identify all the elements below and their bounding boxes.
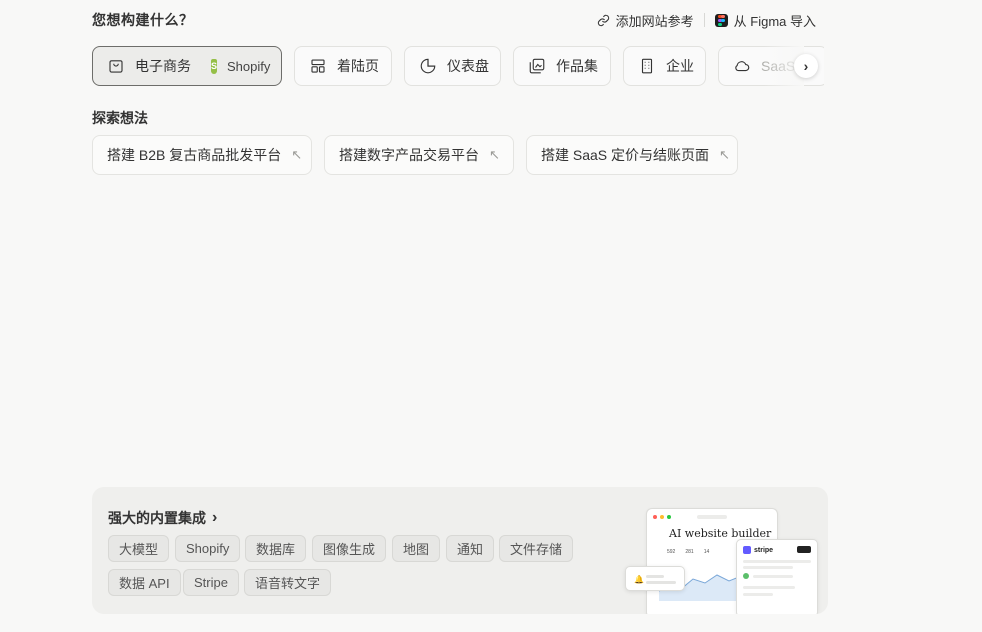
integration-tag[interactable]: 文件存储 <box>499 535 574 562</box>
page-title: 您想构建什么？ <box>92 12 194 28</box>
chevron-right-icon: › <box>212 509 218 526</box>
ideas-title: 探索想法 <box>92 110 148 126</box>
preview-stat: 592 <box>667 549 676 555</box>
preview-stat: 281 <box>685 549 694 555</box>
preview-notification-card: 🔔 <box>625 566 685 591</box>
idea-label: 搭建 SaaS 定价与结账页面 <box>541 147 710 163</box>
shopify-icon: S <box>211 58 218 74</box>
stripe-action <box>797 546 811 553</box>
arrow-up-left-icon: ↖ <box>719 147 730 162</box>
add-website-reference-button[interactable]: 添加网站参考 <box>597 11 694 30</box>
idea-label: 搭建数字产品交易平台 <box>339 147 479 163</box>
link-icon <box>597 14 609 26</box>
check-icon <box>743 573 749 579</box>
preview-stripe-card: stripe <box>736 539 818 614</box>
integrations-title: 强大的内置集成 <box>108 510 206 526</box>
integration-tag[interactable]: 图像生成 <box>312 535 387 562</box>
stripe-line <box>743 593 773 596</box>
integration-tag[interactable]: 通知 <box>446 535 495 562</box>
building-icon <box>641 58 653 74</box>
window-dots <box>653 515 671 519</box>
arrow-up-left-icon: ↖ <box>489 147 500 162</box>
bell-icon: 🔔 <box>634 575 644 584</box>
idea-item[interactable]: 搭建 SaaS 定价与结账页面 ↖ <box>526 135 738 175</box>
chip-ecommerce[interactable]: 电子商务 S Shopify <box>92 46 282 86</box>
idea-item[interactable]: 搭建数字产品交易平台 ↖ <box>324 135 514 175</box>
chevron-right-icon: › <box>803 58 809 74</box>
chip-label: 企业 <box>666 58 694 74</box>
category-chips: 电子商务 S Shopify 着陆页 仪表盘 作品集 企业 SaaS › <box>92 46 824 86</box>
chip-enterprise[interactable]: 企业 <box>623 46 706 86</box>
address-bar <box>697 515 727 519</box>
header-divider <box>703 13 705 27</box>
chip-landing-page[interactable]: 着陆页 <box>294 46 392 86</box>
integration-tag[interactable]: Stripe <box>183 569 239 596</box>
chip-portfolio[interactable]: 作品集 <box>513 46 611 86</box>
stripe-logo: stripe <box>743 546 773 554</box>
integration-tag[interactable]: 地图 <box>392 535 441 562</box>
stripe-line <box>743 586 795 589</box>
preview-stats: 592 281 14 <box>667 549 709 555</box>
notif-line <box>646 575 664 578</box>
shopping-bag-icon <box>109 60 123 73</box>
integration-tag[interactable]: 大模型 <box>108 535 170 562</box>
import-from-figma-button[interactable]: 从 Figma 导入 <box>714 11 816 30</box>
integrations-panel: 强大的内置集成 › 大模型 Shopify 数据库 图像生成 地图 通知 文件存… <box>92 487 828 614</box>
scroll-right-button[interactable]: › <box>794 54 818 78</box>
arrow-up-left-icon: ↖ <box>291 147 303 162</box>
stripe-label: stripe <box>754 546 774 554</box>
figma-import-label: 从 Figma 导入 <box>733 13 816 29</box>
chip-label: 着陆页 <box>337 58 379 74</box>
stripe-line <box>743 560 811 563</box>
idea-label: 搭建 B2B 复古商品批发平台 <box>107 147 282 163</box>
header: 您想构建什么？ 添加网站参考 从 Figma 导入 <box>92 10 816 30</box>
chip-label: SaaS <box>761 58 796 74</box>
notif-line <box>646 581 676 584</box>
chip-dashboard[interactable]: 仪表盘 <box>404 46 501 86</box>
stripe-icon <box>743 546 751 554</box>
preview-stat: 14 <box>703 549 710 555</box>
cloud-icon <box>735 61 750 72</box>
header-actions: 添加网站参考 从 Figma 导入 <box>597 11 816 30</box>
stripe-line <box>753 575 793 578</box>
gallery-icon <box>529 58 545 74</box>
integration-tag[interactable]: 语音转文字 <box>244 569 332 596</box>
integrations-title-link[interactable]: 强大的内置集成 › <box>108 508 217 528</box>
integration-tag[interactable]: Shopify <box>175 535 241 562</box>
chip-label: 电子商务 <box>135 58 191 74</box>
chip-sub-label: Shopify <box>227 58 271 74</box>
add-reference-label: 添加网站参考 <box>615 13 694 29</box>
pie-chart-icon <box>420 58 436 74</box>
integration-tag[interactable]: 数据 API <box>108 569 181 596</box>
integration-tag[interactable]: 数据库 <box>245 535 307 562</box>
figma-icon <box>714 13 728 27</box>
stripe-line <box>743 566 793 569</box>
chip-label: 作品集 <box>556 58 598 74</box>
layout-icon <box>311 59 325 73</box>
chip-label: 仪表盘 <box>447 58 489 74</box>
idea-item[interactable]: 搭建 B2B 复古商品批发平台 ↖ <box>92 135 312 175</box>
